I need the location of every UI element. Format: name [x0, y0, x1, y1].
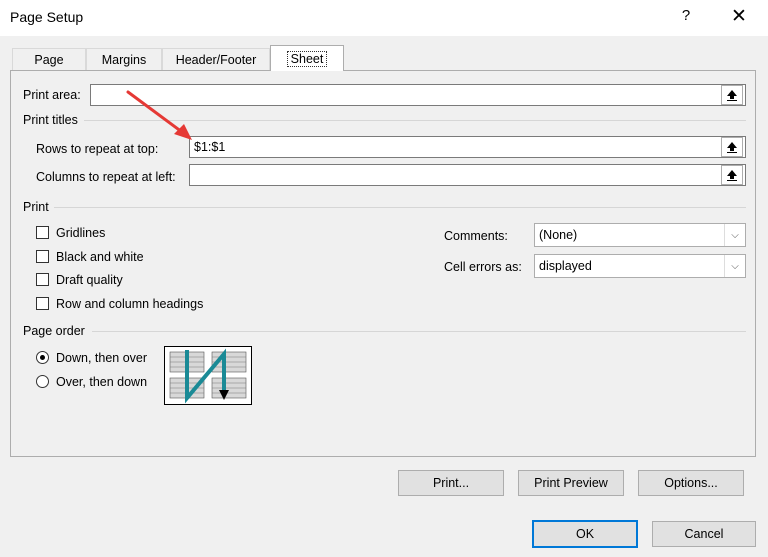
cell-errors-select[interactable]: displayed ⌵ — [534, 254, 746, 278]
close-button[interactable]: ✕ — [728, 5, 750, 29]
columns-to-repeat-label: Columns to repeat at left: — [36, 170, 176, 184]
down-then-over-label: Down, then over — [56, 351, 148, 365]
columns-to-repeat-input[interactable] — [189, 164, 746, 186]
tab-margins-label: Margins — [101, 52, 147, 67]
print-preview-button[interactable]: Print Preview — [518, 470, 624, 496]
tab-page-label: Page — [34, 52, 64, 67]
tab-sheet[interactable]: Sheet — [270, 45, 344, 71]
collapse-dialog-icon — [727, 142, 737, 153]
comments-label: Comments: — [444, 229, 508, 243]
ok-button-label: OK — [575, 527, 595, 541]
tab-sheet-label: Sheet — [286, 50, 328, 67]
collapse-dialog-icon — [727, 170, 737, 181]
title-bar — [0, 0, 768, 36]
tab-header-footer[interactable]: Header/Footer — [162, 48, 270, 70]
chevron-down-icon: ⌵ — [724, 255, 745, 277]
print-titles-heading: Print titles — [23, 113, 78, 127]
print-area-label: Print area: — [23, 88, 81, 102]
over-then-down-label: Over, then down — [56, 375, 148, 389]
collapse-dialog-icon — [727, 90, 737, 101]
print-preview-button-label: Print Preview — [534, 476, 608, 490]
black-and-white-checkbox[interactable] — [36, 250, 49, 263]
help-button[interactable]: ? — [676, 7, 696, 29]
draft-quality-label: Draft quality — [56, 273, 123, 287]
page-order-heading: Page order — [23, 324, 85, 338]
annotation-arrow — [126, 90, 192, 140]
gridlines-label: Gridlines — [56, 226, 106, 240]
row-col-headings-checkbox[interactable] — [36, 297, 49, 310]
tab-header-footer-label: Header/Footer — [175, 52, 257, 67]
row-col-headings-label: Row and column headings — [56, 297, 204, 311]
print-heading: Print — [23, 200, 49, 214]
print-button-label: Print... — [432, 476, 470, 490]
print-button[interactable]: Print... — [398, 470, 504, 496]
black-and-white-label: Black and white — [56, 250, 144, 264]
page-order-separator — [92, 331, 746, 332]
draft-quality-checkbox[interactable] — [36, 273, 49, 286]
cell-errors-label: Cell errors as: — [444, 260, 522, 274]
tab-page[interactable]: Page — [12, 48, 86, 70]
cancel-button-label: Cancel — [684, 527, 724, 541]
cancel-button[interactable]: Cancel — [652, 521, 756, 547]
over-then-down-radio[interactable] — [36, 375, 49, 388]
down-then-over-radio[interactable] — [36, 351, 49, 364]
tab-margins[interactable]: Margins — [86, 48, 162, 70]
ok-button[interactable]: OK — [532, 520, 638, 548]
print-area-collapse-button[interactable] — [721, 85, 743, 105]
rows-to-repeat-input[interactable]: $1:$1 — [189, 136, 746, 158]
cell-errors-value: displayed — [539, 259, 592, 273]
comments-value: (None) — [539, 228, 578, 242]
chevron-down-icon: ⌵ — [724, 224, 745, 246]
print-separator — [54, 207, 746, 208]
options-button[interactable]: Options... — [638, 470, 744, 496]
comments-select[interactable]: (None) ⌵ — [534, 223, 746, 247]
gridlines-checkbox[interactable] — [36, 226, 49, 239]
rows-to-repeat-collapse-button[interactable] — [721, 137, 743, 157]
page-order-preview-icon — [164, 346, 252, 405]
options-button-label: Options... — [664, 476, 718, 490]
columns-to-repeat-collapse-button[interactable] — [721, 165, 743, 185]
dialog-title: Page Setup — [10, 9, 84, 25]
